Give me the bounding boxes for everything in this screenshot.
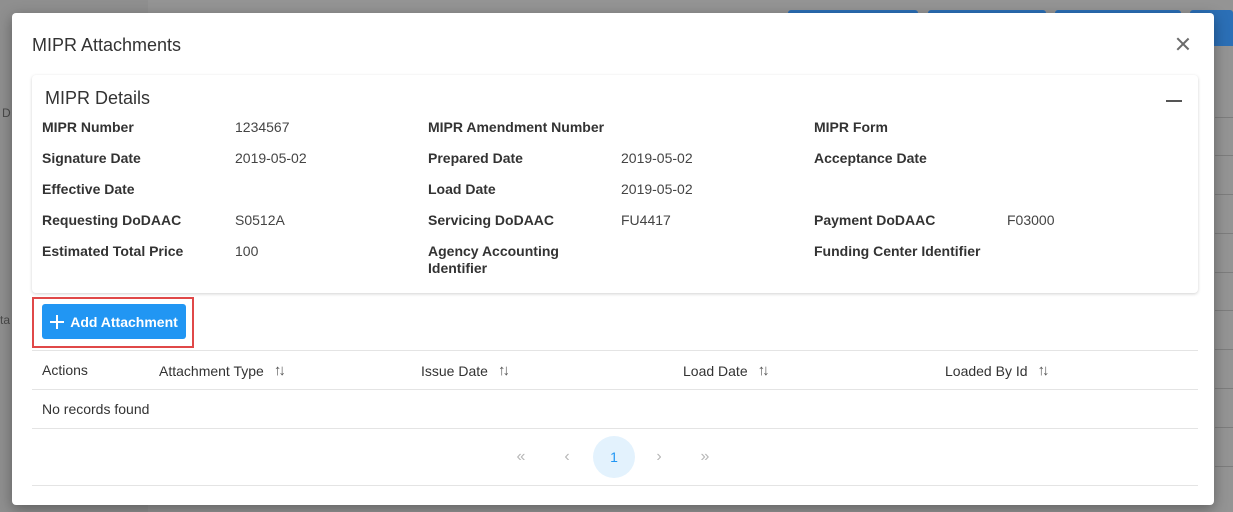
column-header-label: Actions xyxy=(42,362,88,378)
prepared-date-value: 2019-05-02 xyxy=(621,150,693,166)
column-header-issue-date[interactable]: Issue Date ↑↓ xyxy=(421,362,510,379)
add-attachment-label: Add Attachment xyxy=(70,313,178,330)
effective-date-label: Effective Date xyxy=(42,181,135,197)
column-header-load-date[interactable]: Load Date ↑↓ xyxy=(683,362,770,379)
background-divider xyxy=(1215,349,1233,350)
dialog-header: MIPR Attachments xyxy=(12,13,1214,75)
collapse-icon[interactable] xyxy=(1166,95,1182,107)
background-divider xyxy=(1215,155,1233,156)
paginator: « ‹ 1 › » xyxy=(32,428,1198,486)
next-page-icon[interactable]: › xyxy=(638,436,680,478)
background-divider xyxy=(1215,117,1233,118)
page-button-current[interactable]: 1 xyxy=(593,436,635,478)
agency-accounting-id-label-line2: Identifier xyxy=(428,260,488,276)
agency-accounting-id-label: Agency Accounting Identifier xyxy=(428,243,559,277)
estimated-total-price-label: Estimated Total Price xyxy=(42,243,184,259)
background-text: ta xyxy=(0,313,11,327)
plus-icon xyxy=(50,314,65,329)
background-divider xyxy=(1215,233,1233,234)
servicing-dodaac-value: FU4417 xyxy=(621,212,671,228)
details-title: MIPR Details xyxy=(45,88,151,108)
background-text: D xyxy=(2,106,11,120)
agency-accounting-id-label-line1: Agency Accounting xyxy=(428,243,559,259)
column-header-loaded-by-id[interactable]: Loaded By Id ↑↓ xyxy=(945,362,1050,379)
payment-dodaac-value: F03000 xyxy=(1007,212,1055,228)
column-header-label: Load Date xyxy=(683,362,748,379)
table-row-empty: No records found xyxy=(32,390,1198,429)
requesting-dodaac-label: Requesting DoDAAC xyxy=(42,212,182,228)
signature-date-value: 2019-05-02 xyxy=(235,150,307,166)
requesting-dodaac-value: S0512A xyxy=(235,212,285,228)
mipr-details-panel: MIPR Details MIPR Number 1234567 MIPR Am… xyxy=(32,75,1198,293)
sort-icon: ↑↓ xyxy=(273,362,286,379)
add-attachment-button[interactable]: Add Attachment xyxy=(42,304,186,339)
mipr-form-label: MIPR Form xyxy=(814,119,888,135)
servicing-dodaac-label: Servicing DoDAAC xyxy=(428,212,555,228)
last-page-icon[interactable]: » xyxy=(684,436,726,478)
mipr-number-label: MIPR Number xyxy=(42,119,134,135)
load-date-label: Load Date xyxy=(428,181,496,197)
close-icon[interactable] xyxy=(1174,35,1192,53)
column-header-label: Attachment Type xyxy=(159,362,264,379)
column-header-actions: Actions xyxy=(42,362,88,378)
load-date-value: 2019-05-02 xyxy=(621,181,693,197)
background-divider xyxy=(1215,388,1233,389)
estimated-total-price-value: 100 xyxy=(235,243,259,259)
column-header-attachment-type[interactable]: Attachment Type ↑↓ xyxy=(159,362,286,379)
table-header: Actions Attachment Type ↑↓ Issue Date ↑↓… xyxy=(32,350,1198,390)
background-divider xyxy=(1215,194,1233,195)
background-divider xyxy=(1215,427,1233,428)
sort-icon: ↑↓ xyxy=(1037,362,1050,379)
background-divider xyxy=(1215,466,1233,467)
funding-center-id-label: Funding Center Identifier xyxy=(814,243,981,259)
background-divider xyxy=(1215,272,1233,273)
dialog-title: MIPR Attachments xyxy=(32,35,182,55)
prepared-date-label: Prepared Date xyxy=(428,150,523,166)
background-divider xyxy=(1215,310,1233,311)
prev-page-icon[interactable]: ‹ xyxy=(546,436,588,478)
sort-icon: ↑↓ xyxy=(757,362,770,379)
attachments-table: Actions Attachment Type ↑↓ Issue Date ↑↓… xyxy=(32,350,1198,429)
mipr-number-value: 1234567 xyxy=(235,119,290,135)
empty-message: No records found xyxy=(42,401,150,417)
signature-date-label: Signature Date xyxy=(42,150,141,166)
first-page-icon[interactable]: « xyxy=(500,436,542,478)
acceptance-date-label: Acceptance Date xyxy=(814,150,927,166)
payment-dodaac-label: Payment DoDAAC xyxy=(814,212,936,228)
column-header-label: Loaded By Id xyxy=(945,362,1028,379)
sort-icon: ↑↓ xyxy=(497,362,510,379)
amendment-number-label: MIPR Amendment Number xyxy=(428,119,605,135)
column-header-label: Issue Date xyxy=(421,362,488,379)
mipr-attachments-dialog: MIPR Attachments MIPR Details MIPR Numbe… xyxy=(12,13,1214,505)
